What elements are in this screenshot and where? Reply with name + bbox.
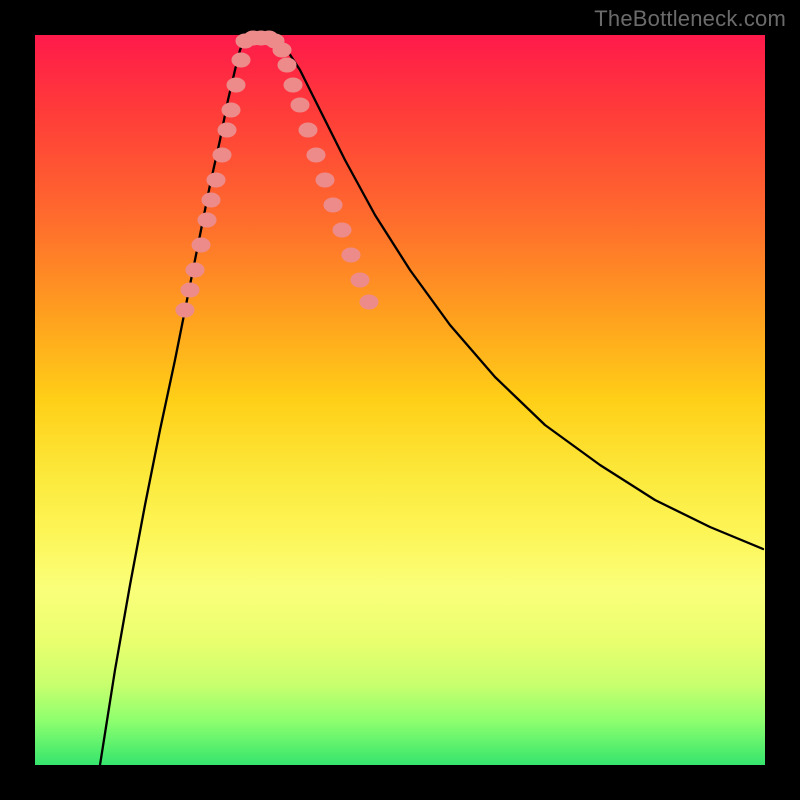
data-marker xyxy=(181,283,199,297)
data-marker xyxy=(227,78,245,92)
data-marker xyxy=(273,43,291,57)
data-marker xyxy=(291,98,309,112)
data-marker xyxy=(307,148,325,162)
data-marker xyxy=(284,78,302,92)
data-marker xyxy=(207,173,225,187)
data-marker xyxy=(222,103,240,117)
data-marker xyxy=(333,223,351,237)
chart-frame: TheBottleneck.com xyxy=(0,0,800,800)
data-marker xyxy=(232,53,250,67)
data-marker xyxy=(176,303,194,317)
data-marker xyxy=(218,123,236,137)
data-marker xyxy=(202,193,220,207)
data-marker xyxy=(299,123,317,137)
data-marker xyxy=(192,238,210,252)
data-marker xyxy=(213,148,231,162)
data-marker xyxy=(316,173,334,187)
data-marker xyxy=(324,198,342,212)
data-marker xyxy=(360,295,378,309)
bottleneck-curve xyxy=(100,36,763,765)
marker-group xyxy=(176,31,378,317)
data-marker xyxy=(278,58,296,72)
watermark-text: TheBottleneck.com xyxy=(594,6,786,32)
data-marker xyxy=(186,263,204,277)
bottleneck-curve-svg xyxy=(35,35,765,765)
plot-area xyxy=(35,35,765,765)
data-marker xyxy=(342,248,360,262)
curve-group xyxy=(100,36,763,765)
data-marker xyxy=(351,273,369,287)
data-marker xyxy=(198,213,216,227)
